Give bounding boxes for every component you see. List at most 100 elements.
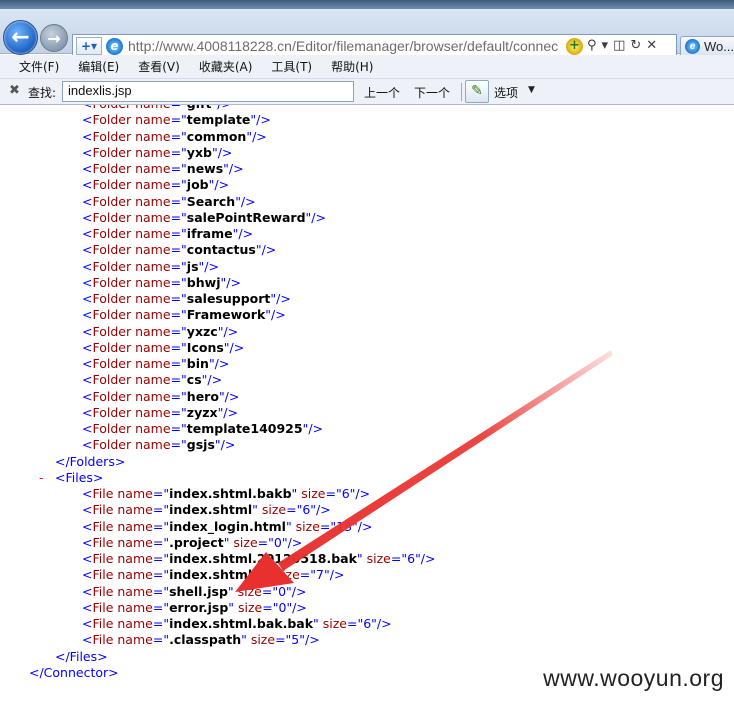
xml-attr: size	[297, 486, 326, 501]
xml-attr: name	[113, 632, 153, 648]
xml-punct: ="	[170, 128, 187, 144]
xml-punct: ="	[170, 291, 187, 306]
xml-folder-line: <Folder name="job"/>	[0, 177, 734, 193]
find-previous-button[interactable]: 上一个	[364, 84, 400, 101]
find-input[interactable]: indexlis.jsp	[62, 81, 354, 102]
xml-attr: name	[131, 307, 171, 323]
xml-document-view[interactable]: <Folder name="gift"/><Folder name="templ…	[0, 105, 734, 708]
xml-punct: <	[82, 632, 93, 648]
xml-file-line: <File name="index.shtml.bak.bak" size="6…	[0, 616, 734, 632]
menu-item-file[interactable]: 文件(F)	[19, 55, 59, 78]
search-icon[interactable]: ⚲	[587, 36, 597, 56]
find-divider	[461, 83, 462, 101]
menu-item-tools[interactable]: 工具(T)	[271, 55, 312, 78]
xml-folder-line: <Folder name="template"/>	[0, 112, 734, 128]
xml-punct: ="	[325, 486, 342, 501]
xml-folder-name: hero	[186, 388, 219, 404]
forward-button[interactable]: →	[40, 24, 68, 52]
dropdown-caret-icon[interactable]: ▾	[602, 36, 609, 56]
xml-file-size: 6	[341, 486, 350, 501]
xml-tag-name: File	[92, 567, 114, 583]
xml-tag-name: Folder	[92, 323, 132, 339]
close-icon[interactable]: ✕	[646, 36, 657, 56]
xml-punct: ="	[170, 356, 187, 371]
xml-file-name: .classpath	[169, 632, 242, 648]
xml-tag-name: Folder	[92, 356, 132, 371]
menu-item-help[interactable]: 帮助(H)	[331, 55, 373, 78]
xml-punct: "/>	[220, 274, 241, 290]
find-bar: ✖ 查找: indexlis.jsp 上一个 下一个 ✎ 选项 ▼	[0, 79, 734, 105]
highlight-pencil-icon[interactable]: ✎	[465, 80, 489, 103]
add-on-button[interactable]: +▾	[76, 37, 102, 55]
xml-folder-line: <Folder name="yxzc"/>	[0, 324, 734, 340]
xml-attr: name	[131, 274, 171, 290]
xml-attr: name	[131, 421, 171, 436]
xml-file-name: index.shtml.b	[169, 567, 266, 583]
xml-folder-name: salePointReward	[186, 209, 306, 225]
xml-file-line: <File name="shell.jsp" size="0"/>	[0, 584, 734, 600]
xml-punct: <	[82, 242, 93, 258]
xml-attr: name	[113, 567, 153, 583]
xml-attr: name	[131, 193, 171, 209]
forward-arrow-icon: →	[47, 28, 61, 48]
xml-punct: ="	[152, 583, 170, 599]
menu-item-view[interactable]: 查看(V)	[138, 55, 180, 78]
compatibility-view-icon[interactable]: +	[566, 38, 583, 55]
xml-punct: ="	[170, 323, 187, 339]
menu-item-favorites[interactable]: 收藏夹(A)	[199, 55, 253, 78]
xml-attr: size	[318, 616, 347, 631]
ie-page-icon: e	[106, 38, 123, 55]
find-close-icon[interactable]: ✖	[9, 83, 20, 98]
xml-punct: <	[82, 258, 93, 274]
xml-tag-name: Folder	[92, 242, 132, 258]
xml-file-name: .project	[169, 534, 224, 550]
xml-punct: ="	[299, 567, 317, 583]
menu-item-edit[interactable]: 编辑(E)	[78, 55, 119, 78]
xml-punct: <	[82, 274, 93, 290]
xml-punct: <	[82, 356, 93, 371]
find-options-button[interactable]: 选项	[494, 84, 518, 101]
address-url[interactable]: http://www.4008118228.cn/Editor/filemana…	[128, 38, 558, 54]
xml-folder-line: <Folder name="common"/>	[0, 129, 734, 145]
xml-file-line: <File name="index.shtml.b" size="7"/>	[0, 567, 734, 583]
xml-punct: "/>	[310, 502, 331, 518]
xml-punct: ="	[170, 144, 187, 160]
find-next-button[interactable]: 下一个	[414, 84, 450, 101]
xml-punct: ="	[170, 258, 187, 274]
xml-punct: "/>	[281, 534, 303, 550]
compatibility-icon[interactable]: ◫	[613, 36, 625, 56]
xml-punct: "/>	[265, 307, 286, 323]
xml-tag-name: Folder	[92, 209, 132, 225]
xml-punct: "/>	[323, 567, 345, 583]
window-title-strip	[0, 0, 734, 9]
xml-punct: <	[82, 437, 93, 453]
options-caret-icon[interactable]: ▼	[528, 85, 535, 95]
xml-file-line: <File name="index.shtml.bakb" size="6"/>	[0, 486, 734, 502]
xml-file-line: <File name=".classpath" size="5"/>	[0, 632, 734, 648]
refresh-icon[interactable]: ↻	[630, 36, 641, 56]
xml-attr: name	[131, 144, 171, 160]
back-button[interactable]: ←	[3, 20, 38, 55]
back-arrow-icon: ←	[11, 25, 30, 50]
xml-attr: name	[131, 128, 171, 144]
xml-punct: ="	[390, 551, 408, 566]
xml-punct: "/>	[250, 112, 271, 128]
xml-folder-name: Framework	[186, 307, 266, 323]
xml-attr: name	[113, 599, 153, 615]
xml-folder-name: gift	[187, 105, 212, 111]
menu-bar: 文件(F) 编辑(E) 查看(V) 收藏夹(A) 工具(T) 帮助(H)	[0, 55, 734, 79]
xml-punct: <	[82, 112, 93, 128]
find-label: 查找:	[28, 86, 57, 100]
xml-punct: ="	[262, 599, 279, 615]
xml-punct: <	[82, 583, 93, 599]
xml-punct: ="	[152, 534, 170, 550]
xml-attr: size	[291, 518, 320, 534]
xml-punct: ="	[346, 616, 364, 631]
xml-tag-name: Folder	[92, 226, 132, 241]
xml-attr: name	[113, 486, 153, 501]
xml-punct: ="	[275, 632, 292, 648]
xml-attr: name	[131, 161, 171, 176]
collapse-minus-toggle[interactable]: -	[39, 470, 44, 486]
xml-punct: "/>	[217, 323, 239, 339]
xml-tag-name: Folder	[92, 128, 132, 144]
